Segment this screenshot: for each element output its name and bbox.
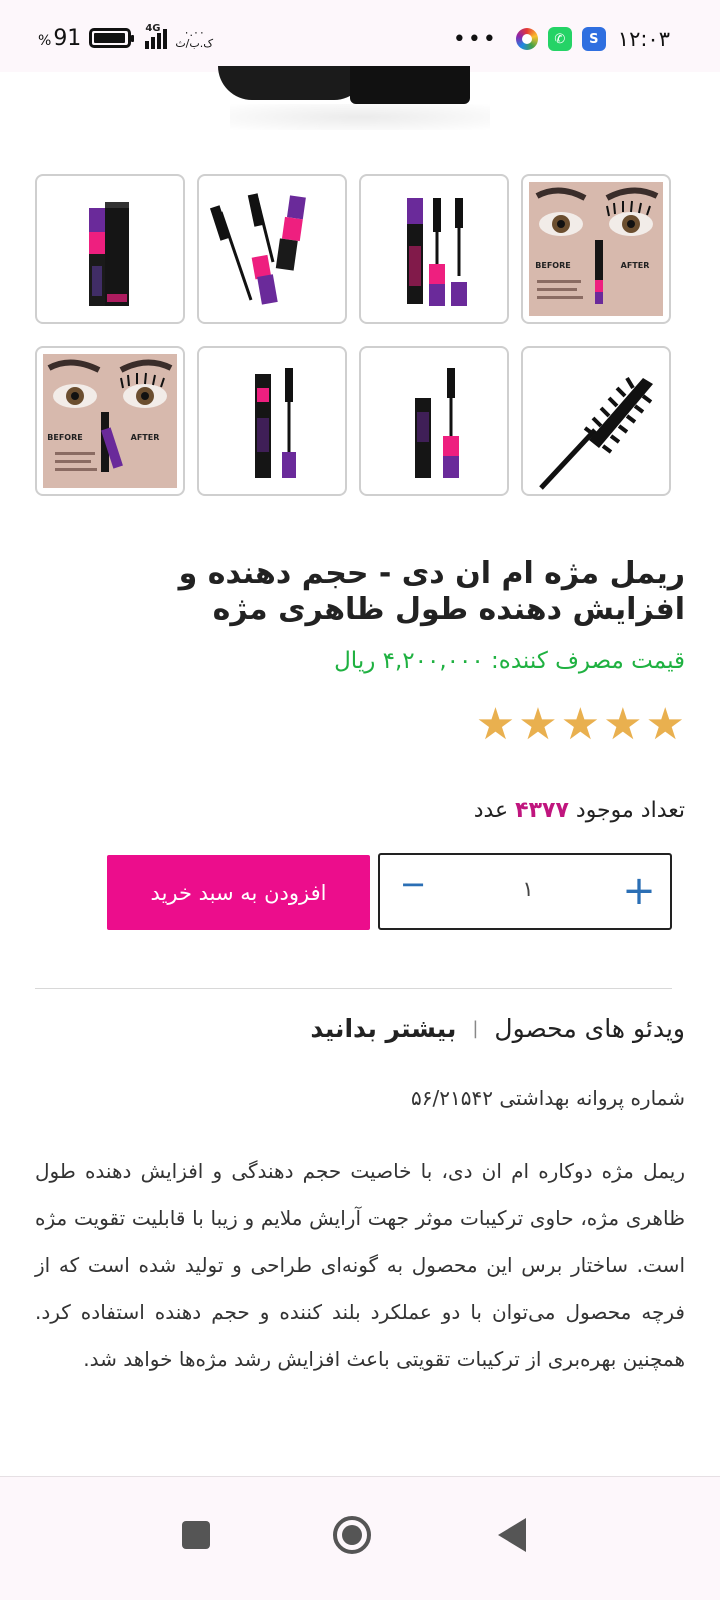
percent-sign: % — [38, 32, 52, 49]
add-to-cart-button[interactable]: افزودن به سبد خرید — [107, 855, 370, 930]
info-tabs: بیشتر بدانید | ویدئو های محصول — [310, 1014, 685, 1043]
back-button[interactable] — [482, 1505, 542, 1565]
star-icon: ★ — [475, 699, 516, 750]
thumb1-before-label: BEFORE — [535, 261, 570, 270]
star-icon: ★ — [560, 699, 601, 750]
tab-product-videos[interactable]: ویدئو های محصول — [494, 1014, 685, 1043]
hero-bottle — [218, 66, 368, 100]
stock-prefix: تعداد موجود — [575, 798, 685, 823]
thumbnail-mascara-open[interactable] — [197, 174, 347, 324]
system-navigation-bar — [0, 1476, 720, 1600]
thumbnail-mascara-pair[interactable] — [359, 174, 509, 324]
more-notifications-icon: ••• — [452, 26, 498, 52]
thumbnail-mascara-box[interactable] — [35, 174, 185, 324]
stock-count: ۴۳۷۷ — [515, 798, 569, 823]
star-icon: ★ — [518, 699, 558, 750]
network-speed: ۰.۰۰ ک.ب/ث — [175, 27, 213, 49]
thumbnail-mascara-brush[interactable] — [521, 346, 671, 496]
back-triangle-icon — [498, 1518, 526, 1552]
app-hexagon-icon — [515, 28, 538, 50]
battery-value: 91 — [53, 25, 82, 51]
battery-percent: % 91 — [38, 26, 81, 51]
stock-suffix: عدد — [473, 798, 509, 823]
thumb2-after-label: AFTER — [131, 433, 160, 442]
square-icon — [182, 1521, 210, 1549]
quantity-value[interactable]: ۱ — [500, 877, 556, 901]
network-type: 4G — [145, 23, 161, 34]
signal-icon: 4G — [145, 23, 168, 49]
clock: ۱۲:۰۳ — [617, 27, 670, 51]
product-description: ریمل مژه دوکاره ام ان دی، با خاصیت حجم د… — [35, 1159, 685, 1371]
stock-availability: تعداد موجود ۴۳۷۷ عدد — [474, 798, 685, 823]
recent-apps-button[interactable] — [166, 1505, 226, 1565]
thumbnail-mascara-wand-2[interactable] — [359, 346, 509, 496]
thumbnail-before-after-1[interactable]: BEFORE AFTER — [521, 174, 671, 324]
tab-learn-more[interactable]: بیشتر بدانید — [310, 1014, 456, 1043]
thumb2-before-label: BEFORE — [47, 433, 82, 442]
product-title: ریمل مژه ام ان دی - حجم دهنده و افزایش د… — [178, 556, 685, 627]
app-s-icon: S — [581, 27, 606, 51]
health-license-number: شماره پروانه بهداشتی ۵۶/۲۱۵۴۲ — [411, 1086, 685, 1110]
status-bar: % 91 4G ۰.۰۰ ک.ب/ث ••• ✆ S ۱۲:۰۳ — [0, 0, 720, 72]
increase-quantity-button[interactable]: + — [622, 871, 656, 911]
decrease-quantity-button[interactable]: − — [398, 868, 428, 900]
quantity-stepper: − ۱ + — [378, 853, 672, 930]
status-right: ••• ✆ S ۱۲:۰۳ — [453, 24, 670, 54]
home-button[interactable] — [322, 1505, 382, 1565]
main-product-image[interactable] — [200, 66, 500, 136]
section-divider — [35, 988, 672, 989]
hero-box — [350, 66, 470, 104]
star-icon: ★ — [603, 699, 643, 750]
consumer-price: قیمت مصرف کننده: ۴,۲۰۰,۰۰۰ ریال — [334, 648, 685, 674]
home-circle-icon — [333, 1516, 371, 1554]
star-icon: ★ — [645, 699, 685, 750]
status-left: % 91 4G ۰.۰۰ ک.ب/ث — [38, 22, 213, 54]
thumbnail-before-after-2[interactable]: BEFORE AFTER — [35, 346, 185, 496]
rating-stars: ★ ★ ★ ★ ★ — [476, 703, 685, 747]
tab-separator: | — [472, 1018, 479, 1039]
whatsapp-icon: ✆ — [547, 27, 572, 51]
speed-unit: ک.ب/ث — [175, 37, 214, 50]
battery-icon — [89, 28, 135, 48]
thumb1-after-label: AFTER — [621, 261, 650, 270]
thumbnail-mascara-wand-1[interactable] — [197, 346, 347, 496]
hero-shadow — [230, 104, 490, 130]
